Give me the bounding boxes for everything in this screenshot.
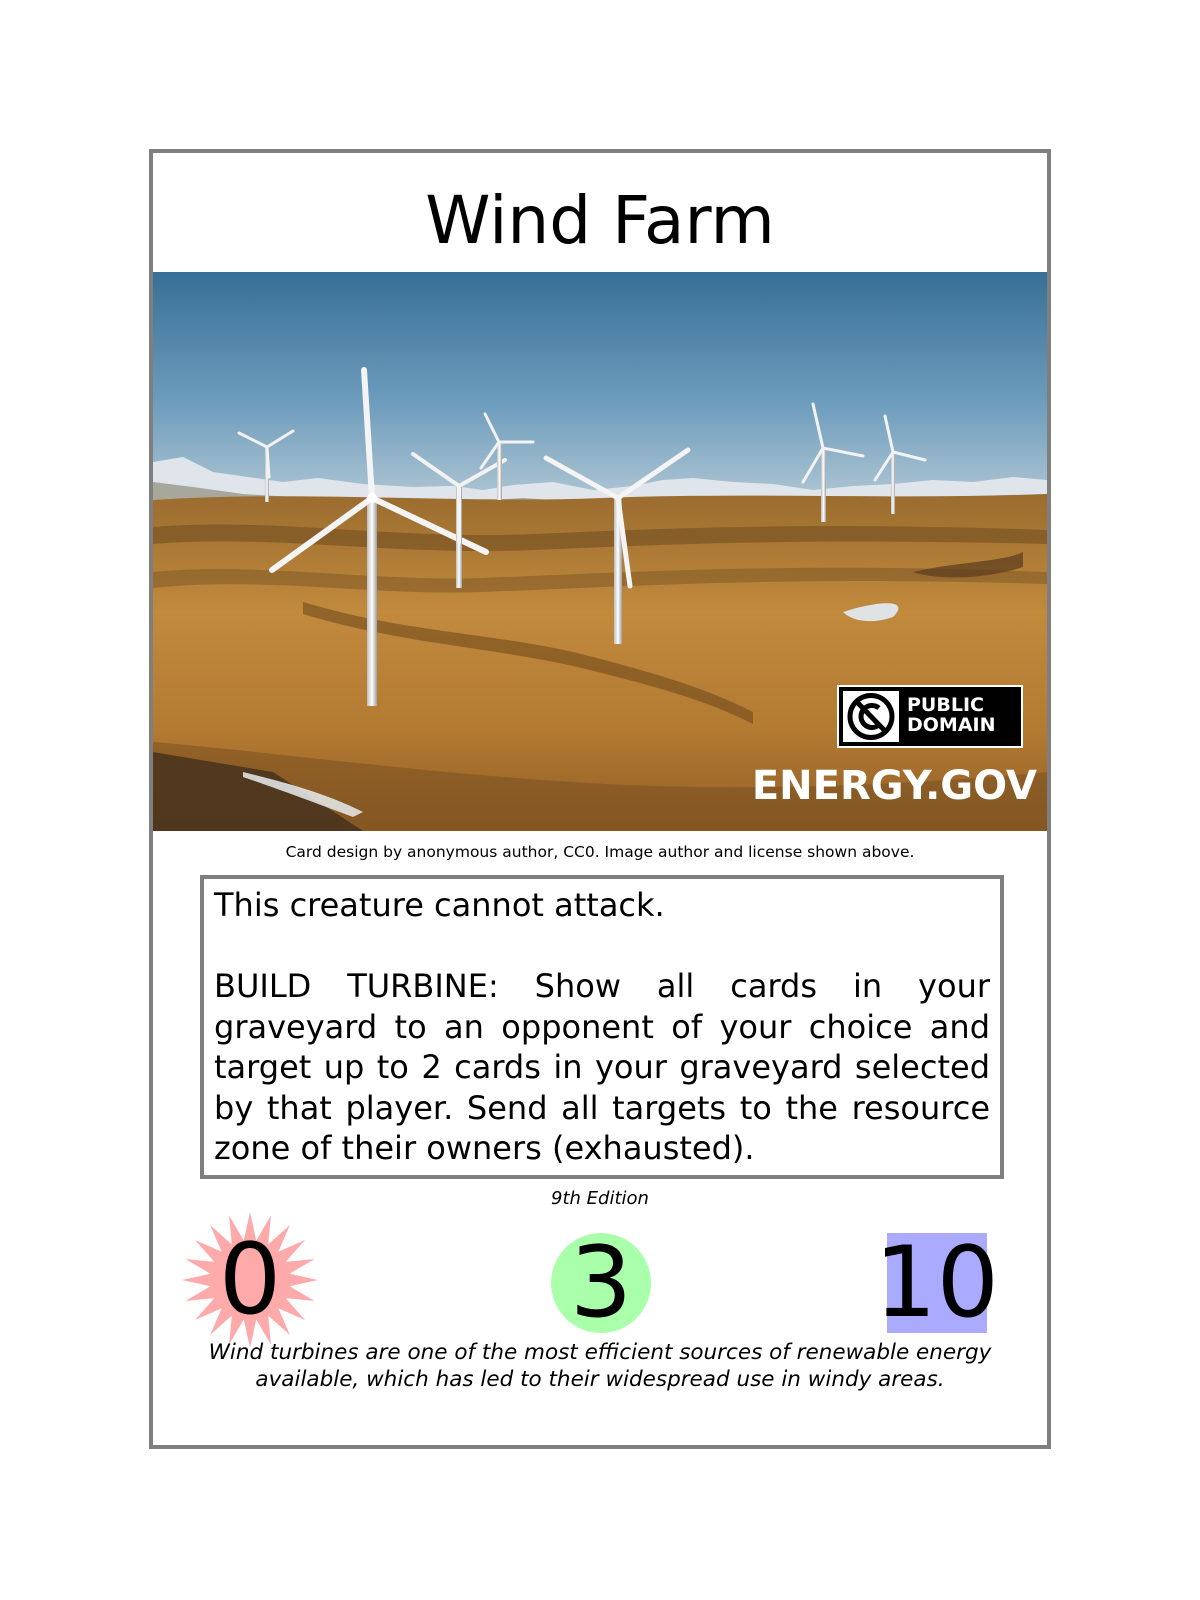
rules-line-1: BUILD TURBINE: Show all cards in your gr…	[214, 967, 990, 1167]
defense-stat: 10	[874, 1233, 999, 1333]
badge-text-public: PUBLIC	[907, 694, 984, 716]
edition-label: 9th Edition	[551, 1188, 649, 1209]
credit-line: Card design by anonymous author, CC0. Im…	[285, 843, 915, 861]
card-title: Wind Farm	[425, 182, 775, 259]
attack-value: 0	[218, 1223, 282, 1337]
card: Wind Farm PUBLIC DOMAIN ENERGY.GOV Card …	[149, 149, 1051, 1449]
rules-text-box: This creature cannot attack. BUILD TURBI…	[200, 875, 1004, 1179]
attack-stat: 0	[180, 1210, 320, 1350]
badge-text-domain: DOMAIN	[907, 714, 996, 736]
flavor-text: Wind turbines are one of the most effici…	[208, 1340, 992, 1392]
rules-spacer	[214, 926, 990, 967]
cost-stat: 3	[551, 1233, 651, 1333]
energy-gov-watermark: ENERGY.GOV	[751, 763, 1037, 809]
rules-line-0: This creature cannot attack.	[214, 886, 665, 924]
defense-value: 10	[874, 1226, 999, 1340]
cost-value: 3	[569, 1226, 633, 1340]
card-art: PUBLIC DOMAIN ENERGY.GOV	[153, 272, 1047, 831]
public-domain-icon	[843, 691, 899, 742]
public-domain-badge: PUBLIC DOMAIN	[837, 685, 1023, 748]
